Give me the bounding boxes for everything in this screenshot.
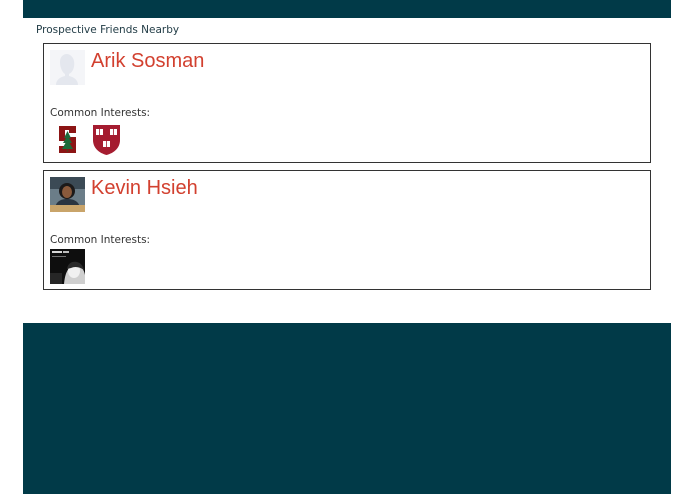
black-white-photo-icon[interactable] [50,249,85,284]
common-interests-label: Common Interests: [50,107,151,119]
profile-photo-avatar[interactable] [50,177,85,212]
common-interests-label: Common Interests: [50,234,151,246]
friend-card: Kevin Hsieh Common Interests: [43,170,651,290]
stanford-logo-icon[interactable] [50,122,85,157]
footer-bar [23,323,671,494]
harvard-shield-icon[interactable] [89,122,124,157]
friend-card: Arik Sosman Common Interests: [43,43,651,163]
section-title: Prospective Friends Nearby [36,24,180,36]
header-bar [23,0,671,18]
friend-name-link[interactable]: Arik Sosman [91,50,204,73]
friend-name-link[interactable]: Kevin Hsieh [91,177,198,200]
default-avatar-icon[interactable] [50,50,85,85]
